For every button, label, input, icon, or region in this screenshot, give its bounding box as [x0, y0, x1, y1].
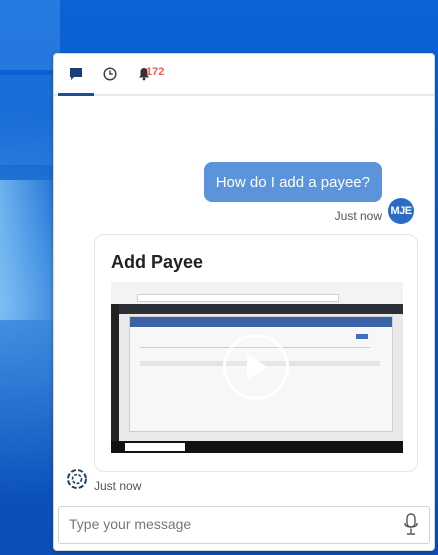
microphone-icon[interactable] [403, 513, 419, 537]
chat-bubble-icon [70, 68, 82, 80]
video-frame-sidebar [111, 304, 119, 441]
user-message-bubble: How do I add a payee? [203, 162, 382, 202]
tab-history[interactable] [92, 54, 128, 94]
play-button-icon[interactable] [223, 334, 289, 400]
tab-chat[interactable] [58, 54, 94, 96]
bot-response-card: Add Payee [94, 234, 418, 472]
video-frame-browser-bar [111, 282, 403, 304]
desktop-wallpaper-light [0, 180, 60, 320]
message-list[interactable]: How do I add a payee? Just now MJE Add P… [54, 96, 434, 504]
bot-message-timestamp: Just now [94, 479, 142, 493]
clock-icon [103, 67, 117, 81]
notification-count-badge: 172 [146, 66, 165, 78]
video-frame-taskbar [111, 441, 403, 453]
message-input[interactable] [59, 507, 399, 541]
video-thumbnail[interactable] [111, 282, 403, 453]
desktop-wallpaper-pane [0, 0, 60, 70]
card-title: Add Payee [111, 252, 204, 272]
user-avatar: MJE [388, 198, 414, 224]
desktop-wallpaper-pane [0, 75, 60, 165]
user-message-timestamp: Just now [334, 209, 382, 223]
bot-avatar-icon [67, 469, 87, 489]
message-composer [58, 506, 430, 544]
tab-bar: 172 [54, 54, 434, 96]
chat-widget: 172 How do I add a payee? Just now MJE A… [53, 53, 435, 551]
